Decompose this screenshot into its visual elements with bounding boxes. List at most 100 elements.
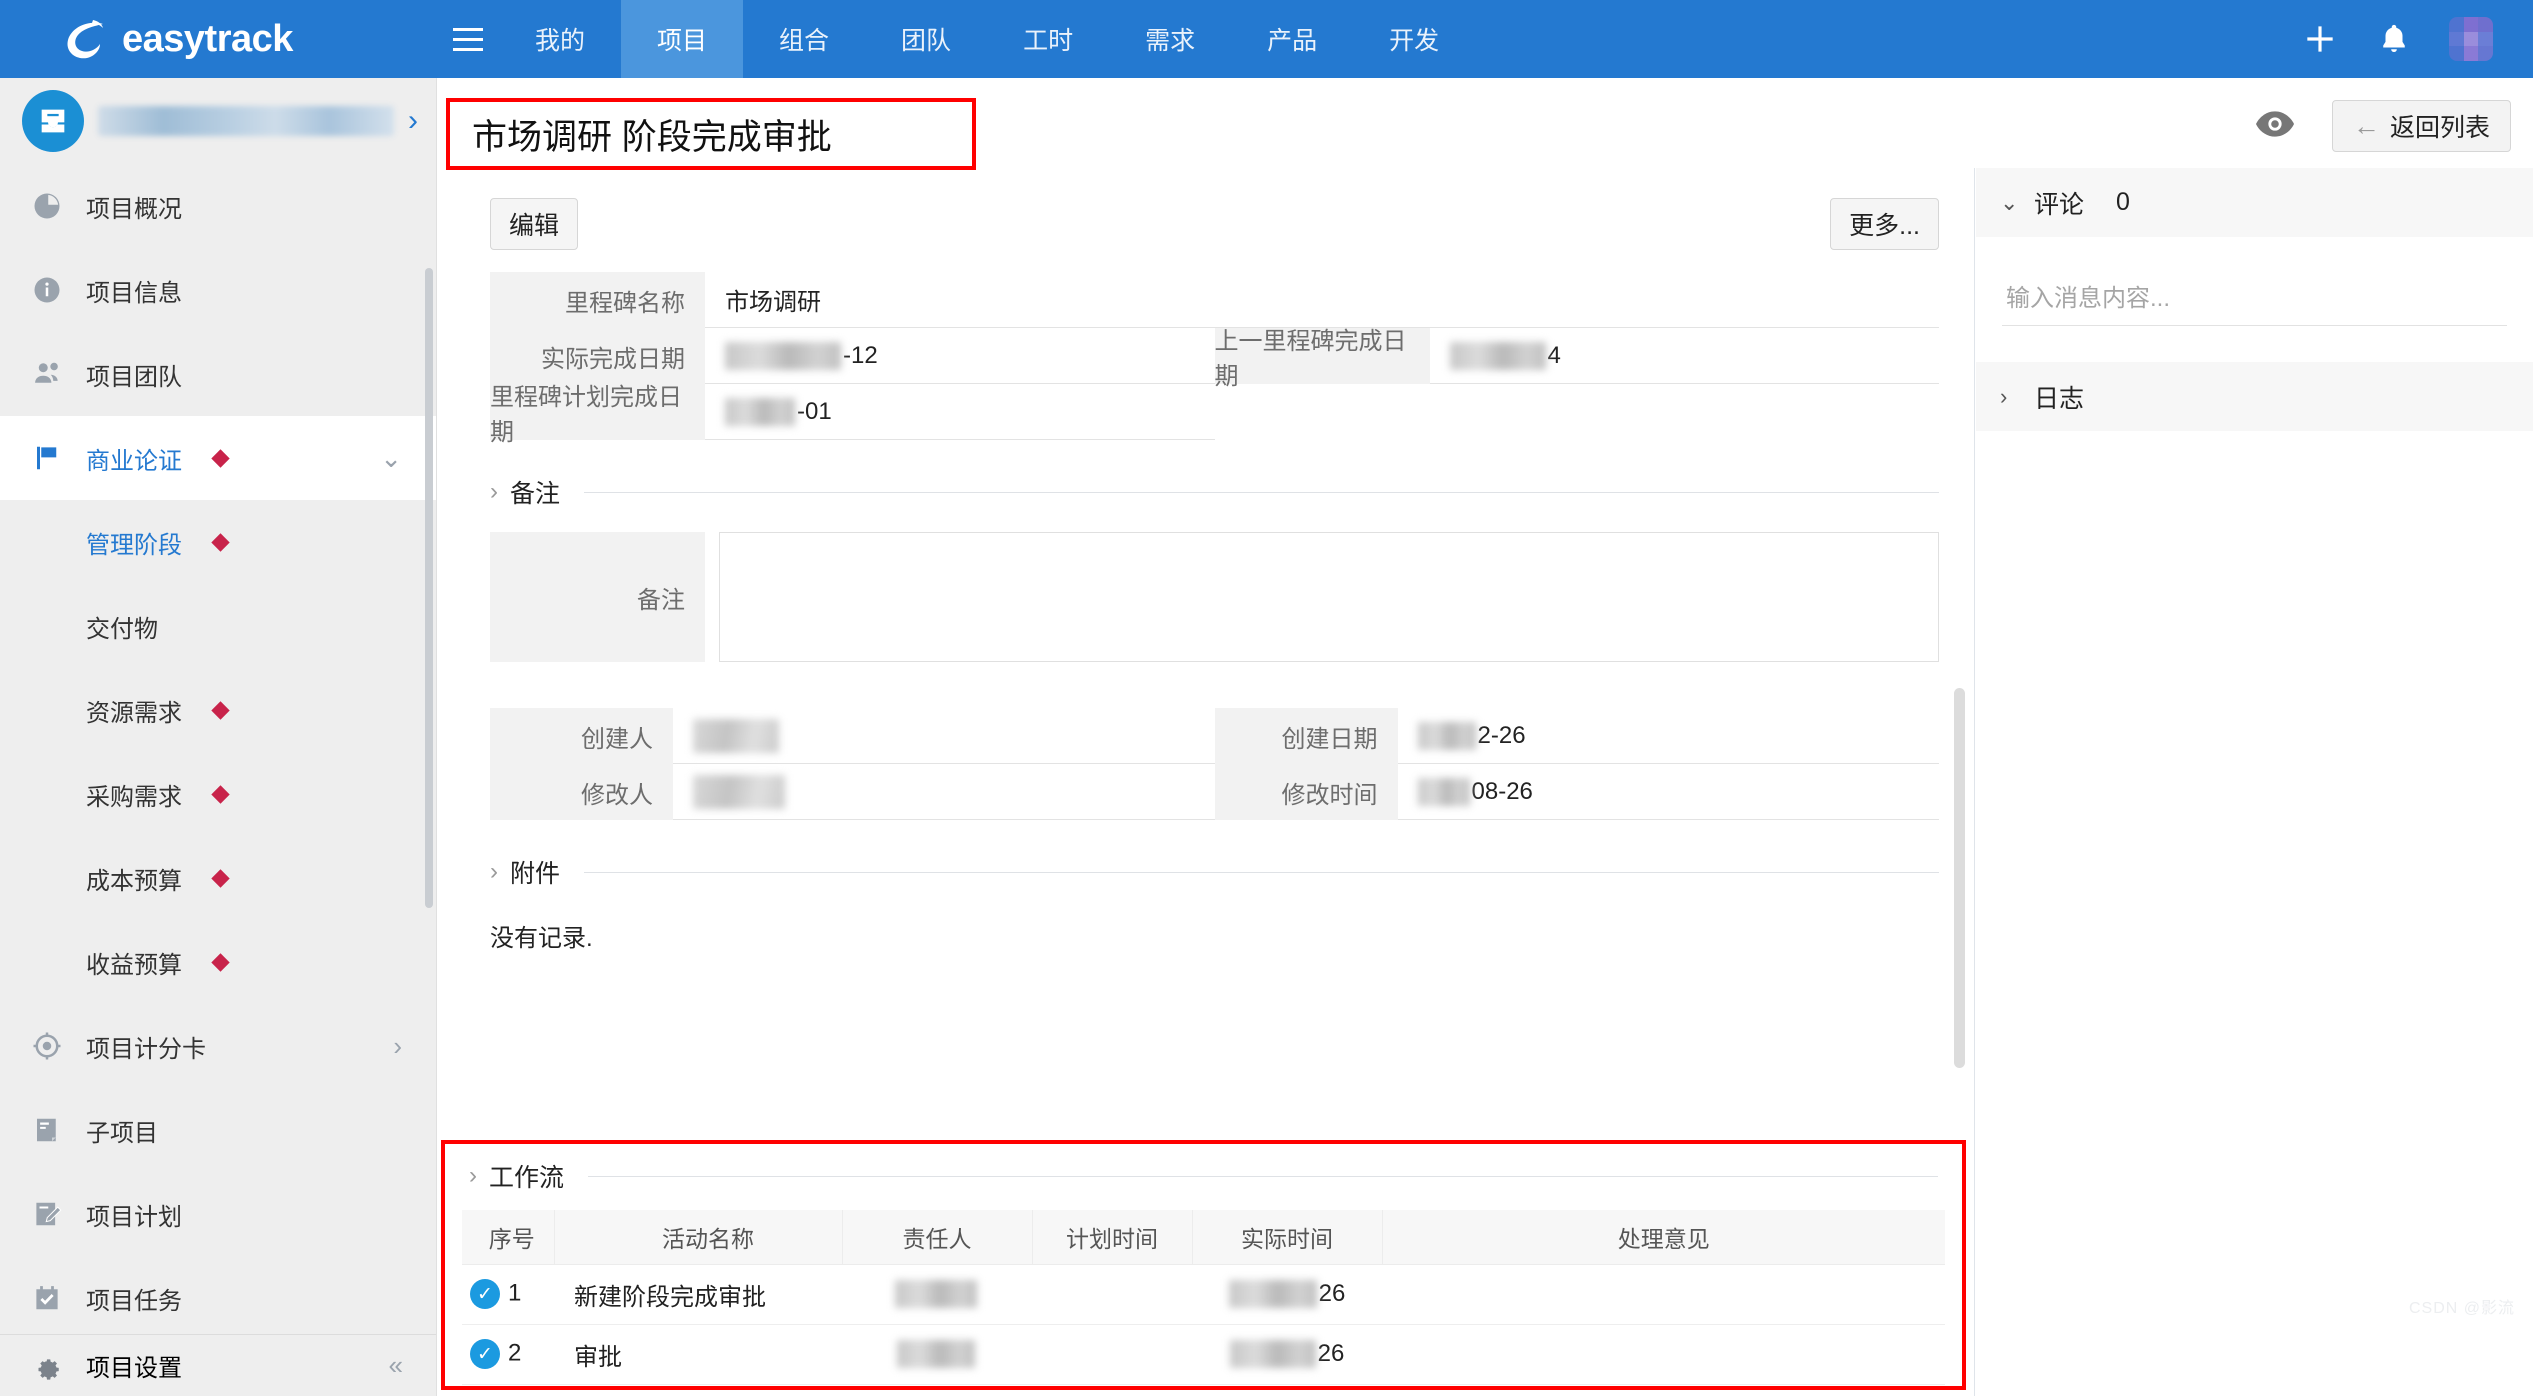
comments-title: 评论 xyxy=(2034,185,2084,221)
cell-plan xyxy=(1032,1384,1192,1396)
sidebar-item-deliverables[interactable]: 交付物 xyxy=(0,584,436,668)
target-icon xyxy=(30,1029,64,1063)
bell-icon[interactable] xyxy=(2377,22,2411,56)
cell-seq: 3 xyxy=(462,1384,554,1396)
column-header-activity: 活动名称 xyxy=(554,1210,842,1264)
sidebar-item-project-info[interactable]: 项目信息 xyxy=(0,248,436,332)
section-header-workflow[interactable]: › 工作流 xyxy=(469,1158,1938,1194)
redacted-value xyxy=(1229,1280,1317,1308)
nav-item-requirement[interactable]: 需求 xyxy=(1109,0,1231,78)
avatar[interactable] xyxy=(2449,17,2493,61)
sidebar-item-label: 收益预算 xyxy=(86,945,182,980)
log-section-header[interactable]: › 日志 xyxy=(1976,362,2533,432)
redacted-value xyxy=(725,342,841,370)
sidebar-item-management-stage[interactable]: 管理阶段 xyxy=(0,500,436,584)
book-icon xyxy=(30,1113,64,1147)
sidebar-item-project-overview[interactable]: 项目概况 xyxy=(0,164,436,248)
check-circle-icon: ✓ xyxy=(470,1339,500,1369)
field-label: 创建日期 xyxy=(1215,708,1398,764)
remark-field-row: 备注 xyxy=(490,532,1939,662)
column-header-actual: 实际时间 xyxy=(1192,1210,1382,1264)
back-to-list-button[interactable]: ← 返回列表 xyxy=(2332,100,2511,152)
chevron-down-icon[interactable]: ⌄ xyxy=(380,443,402,474)
project-switcher[interactable]: › xyxy=(0,78,436,164)
sidebar-item-benefit-budget[interactable]: 收益预算 xyxy=(0,920,436,1004)
sidebar-item-label: 项目计划 xyxy=(86,1197,182,1232)
remark-textarea[interactable] xyxy=(719,532,1939,662)
edit-button[interactable]: 编辑 xyxy=(490,198,578,250)
sidebar-item-subproject[interactable]: 子项目 xyxy=(0,1088,436,1172)
redacted-value xyxy=(1418,722,1476,750)
sidebar-item-label: 子项目 xyxy=(86,1113,158,1148)
sidebar-item-project-settings[interactable]: 项目设置 « xyxy=(0,1334,437,1396)
field-label: 创建人 xyxy=(490,708,673,764)
cell-activity: 审批 xyxy=(554,1324,842,1384)
comments-body xyxy=(1976,238,2533,326)
table-row[interactable]: ✓1 新建阶段完成审批 26 xyxy=(462,1264,1945,1324)
sidebar-item-project-task[interactable]: 项目任务 xyxy=(0,1256,436,1340)
arrow-left-icon: ← xyxy=(2353,111,2380,142)
cell-activity: 新建阶段完成审批 xyxy=(554,1264,842,1324)
sidebar-item-label: 成本预算 xyxy=(86,861,182,896)
sidebar-item-resource-demand[interactable]: 资源需求 xyxy=(0,668,436,752)
nav-item-development[interactable]: 开发 xyxy=(1353,0,1475,78)
sidebar-item-project-team[interactable]: 项目团队 xyxy=(0,332,436,416)
table-row[interactable]: ✓2 审批 26 xyxy=(462,1324,1945,1384)
cell-owner xyxy=(842,1324,1032,1384)
sidebar-item-label: 管理阶段 xyxy=(86,525,182,560)
chevron-right-icon[interactable]: › xyxy=(408,104,418,138)
nav-item-team[interactable]: 团队 xyxy=(865,0,987,78)
main-scrollbar[interactable] xyxy=(1954,688,1965,1068)
back-to-list-label: 返回列表 xyxy=(2390,108,2490,144)
comment-input[interactable] xyxy=(2002,272,2507,326)
field-value-modified-time: 08-26 xyxy=(1398,764,1940,820)
sidebar-item-scorecard[interactable]: 项目计分卡 › xyxy=(0,1004,436,1088)
sidebar-item-label: 采购需求 xyxy=(86,777,182,812)
redacted-value xyxy=(895,1280,977,1308)
more-button[interactable]: 更多... xyxy=(1830,198,1939,250)
sidebar-item-cost-budget[interactable]: 成本预算 xyxy=(0,836,436,920)
field-value-created-date: 2-26 xyxy=(1398,708,1940,764)
field-label: 修改时间 xyxy=(1215,764,1398,820)
redacted-value xyxy=(1450,342,1546,370)
cell-opinion xyxy=(1382,1324,1945,1384)
table-header-row: 序号 活动名称 责任人 计划时间 实际时间 处理意见 xyxy=(462,1210,1945,1264)
field-value-actual-finish-date: -12 xyxy=(705,328,1215,384)
field-value-creator xyxy=(673,708,1215,764)
cell-activity: 处理退回 xyxy=(554,1384,842,1396)
comments-section-header[interactable]: ⌄ 评论 0 xyxy=(1976,168,2533,238)
section-header-remark[interactable]: › 备注 xyxy=(490,474,1939,510)
cell-seq: ✓1 xyxy=(462,1264,554,1324)
eye-icon[interactable] xyxy=(2256,111,2294,142)
cell-owner xyxy=(842,1264,1032,1324)
nav-item-timesheet[interactable]: 工时 xyxy=(987,0,1109,78)
sidebar-item-label: 项目信息 xyxy=(86,273,182,308)
nav-item-product[interactable]: 产品 xyxy=(1231,0,1353,78)
sidebar-item-project-plan[interactable]: 项目计划 xyxy=(0,1172,436,1256)
redacted-value xyxy=(693,775,785,809)
field-value-milestone-name: 市场调研 xyxy=(705,272,1939,328)
sidebar-item-business-case[interactable]: 商业论证 ⌄ xyxy=(0,416,436,500)
nav-item-portfolio[interactable]: 组合 xyxy=(743,0,865,78)
form-row-planned-date: 里程碑计划完成日期 -01 xyxy=(490,384,1939,440)
chevron-right-icon[interactable]: › xyxy=(393,1031,402,1062)
page-title: 市场调研 阶段完成审批 xyxy=(472,109,832,160)
workflow-highlight-box: › 工作流 序号 活动名称 责任人 计划时间 实际时间 处理意见 ✓1 xyxy=(441,1140,1966,1390)
sidebar-item-procurement-demand[interactable]: 采购需求 xyxy=(0,752,436,836)
redacted-value xyxy=(725,398,795,426)
plus-icon[interactable] xyxy=(2301,20,2339,58)
sidebar-item-label: 商业论证 xyxy=(86,441,182,476)
project-name-redacted xyxy=(98,106,394,136)
hamburger-icon[interactable] xyxy=(437,0,499,78)
sidebar-scrollbar[interactable] xyxy=(425,268,433,908)
section-title: 附件 xyxy=(510,854,560,890)
brand-logo-area[interactable]: easytrack xyxy=(0,0,437,78)
panel-spacer xyxy=(1976,326,2533,362)
double-chevron-left-icon[interactable]: « xyxy=(389,1350,403,1381)
status-dot xyxy=(211,701,229,719)
nav-item-project[interactable]: 项目 xyxy=(621,0,743,78)
table-row[interactable]: 3 处理退回 xyxy=(462,1384,1945,1396)
section-header-attachment[interactable]: › 附件 xyxy=(490,854,1939,890)
nav-item-mine[interactable]: 我的 xyxy=(499,0,621,78)
sidebar-item-label: 项目计分卡 xyxy=(86,1029,206,1064)
